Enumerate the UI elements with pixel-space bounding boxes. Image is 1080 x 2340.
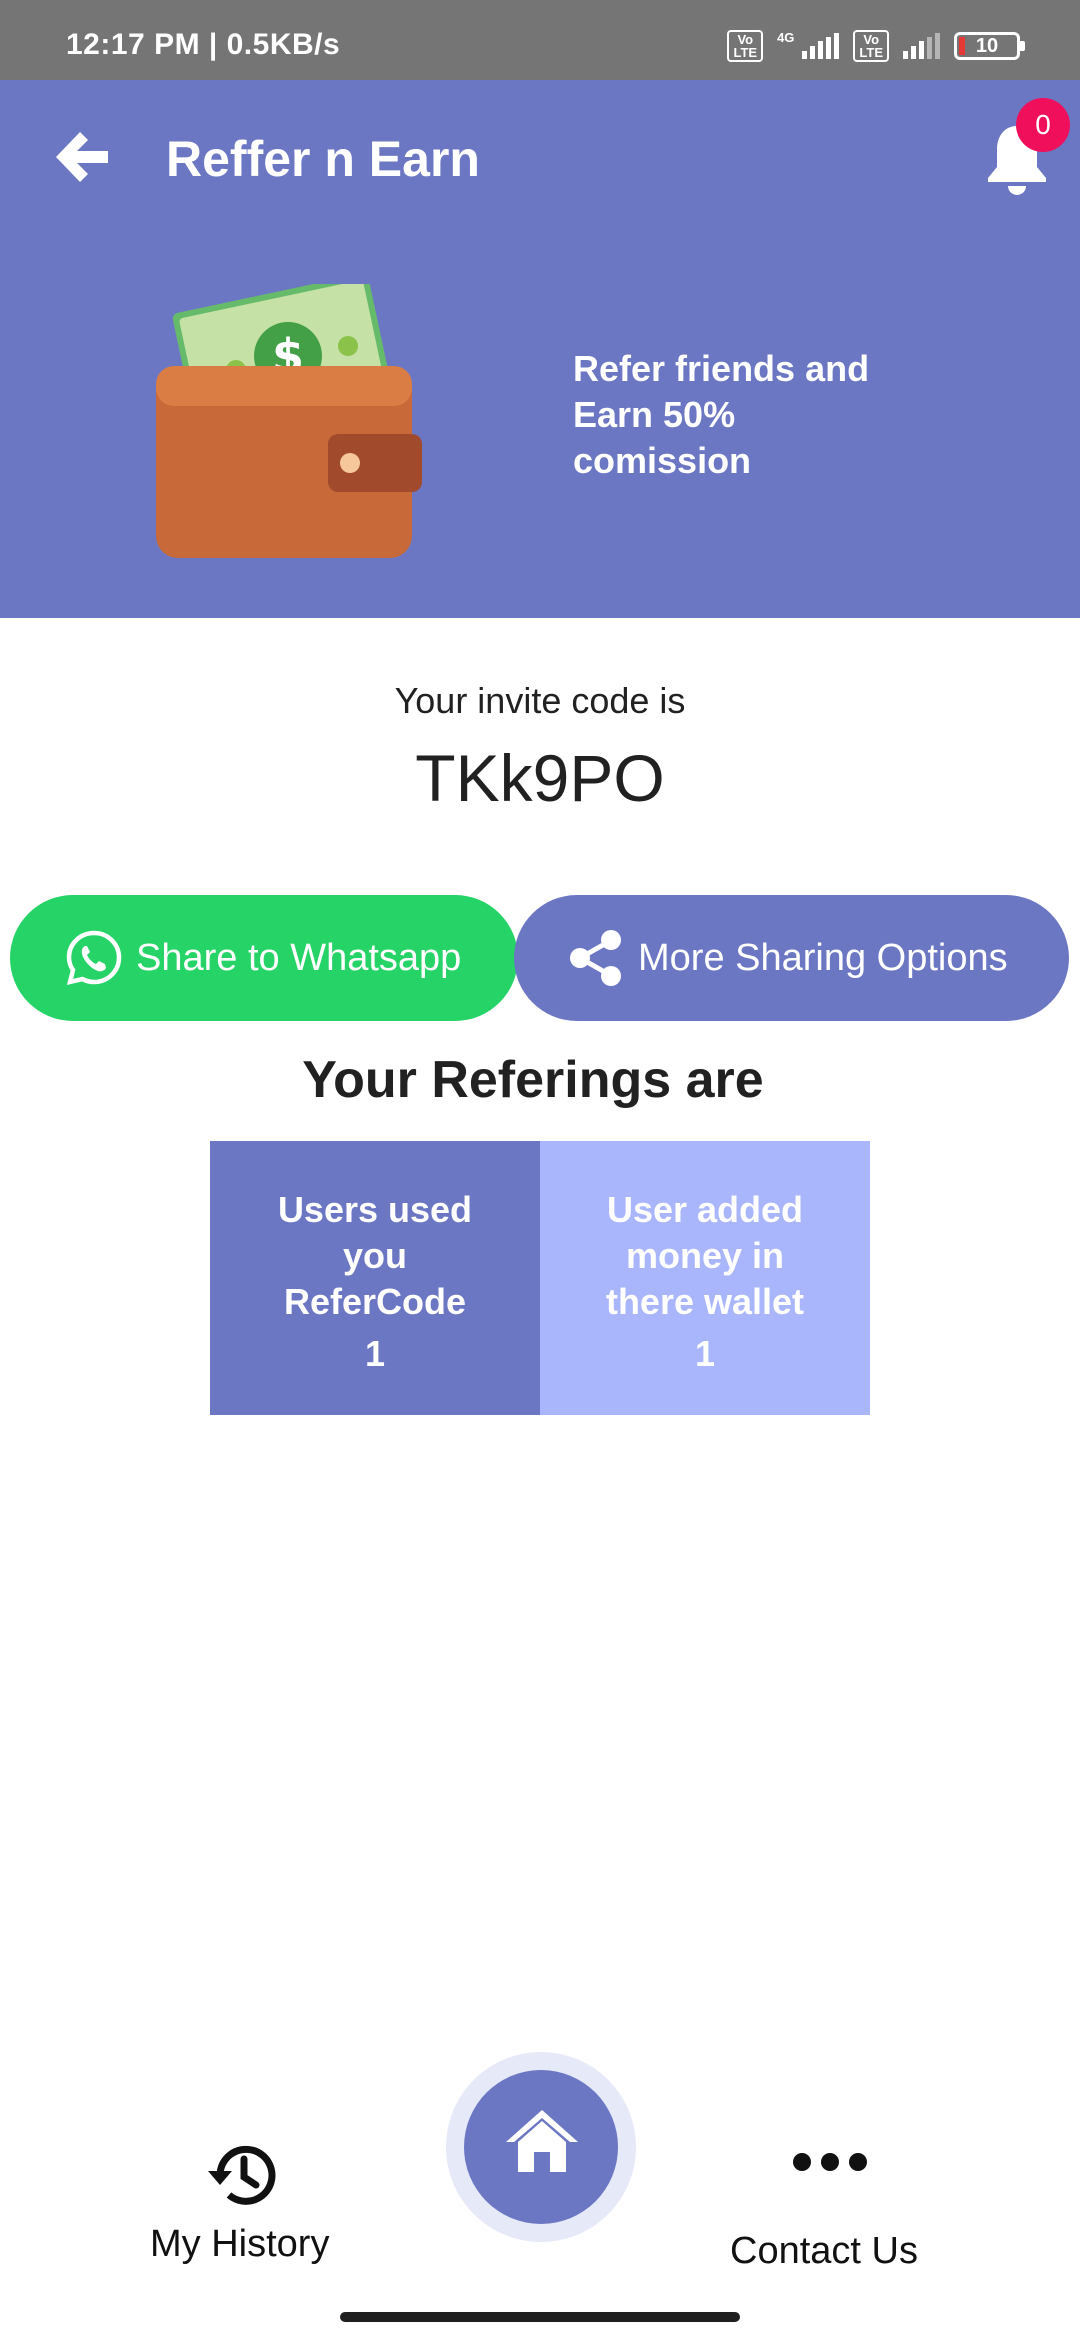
history-icon: [208, 2145, 276, 2205]
status-bar: 12:17 PM | 0.5KB/s Vo LTE 4G Vo LTE 10: [0, 0, 1080, 80]
signal-icon-2: [903, 33, 940, 59]
gesture-bar: [340, 2312, 740, 2322]
stat-used-label: Users used you ReferCode: [277, 1189, 473, 1322]
hero-text: Refer friends and Earn 50% comission: [573, 348, 870, 481]
network-type: 4G: [777, 30, 795, 45]
share-icon: [570, 930, 621, 986]
wallet-illustration: $: [156, 284, 422, 558]
nav-home-button[interactable]: [446, 2052, 636, 2242]
hero-banner: $ Refer friends and Earn 50% comission: [0, 234, 1080, 618]
status-time: 12:17 PM | 0.5KB/s: [66, 28, 341, 61]
invite-label: Your invite code is: [394, 680, 686, 721]
page-title: Reffer n Earn: [166, 131, 480, 187]
nav-contact-label: Contact Us: [730, 2230, 918, 2272]
status-icons: Vo LTE 4G Vo LTE 10: [727, 30, 1025, 62]
stat-users-added-money: User added money in there wallet 1: [540, 1141, 870, 1415]
notification-badge: 0: [1016, 98, 1070, 152]
share-whatsapp-label: Share to Whatsapp: [136, 936, 462, 979]
stat-used-count: 1: [364, 1333, 386, 1374]
volte-icon: Vo LTE: [727, 30, 764, 62]
signal-icon: [802, 33, 840, 59]
stat-added-label: User added money in there wallet: [605, 1189, 805, 1322]
battery-icon: 10: [954, 32, 1025, 60]
whatsapp-icon: [66, 930, 122, 986]
referings-title: Your Referings are: [302, 1051, 764, 1109]
stat-added-count: 1: [694, 1333, 716, 1374]
invite-code: TKk9PO: [415, 741, 665, 815]
more-dots-icon: [793, 2153, 867, 2171]
home-icon: [506, 2110, 578, 2172]
home-button-inner: [464, 2070, 618, 2224]
stat-users-used-code: Users used you ReferCode 1: [210, 1141, 540, 1415]
app-bar: Reffer n Earn 0: [0, 80, 1080, 234]
more-sharing-button[interactable]: More Sharing Options: [514, 895, 1069, 1021]
share-whatsapp-button[interactable]: Share to Whatsapp: [10, 895, 518, 1021]
arrow-left-icon[interactable]: [50, 126, 112, 188]
nav-history-label: My History: [150, 2223, 330, 2265]
more-sharing-label: More Sharing Options: [638, 936, 1008, 979]
volte-icon-2: Vo LTE: [853, 30, 889, 62]
